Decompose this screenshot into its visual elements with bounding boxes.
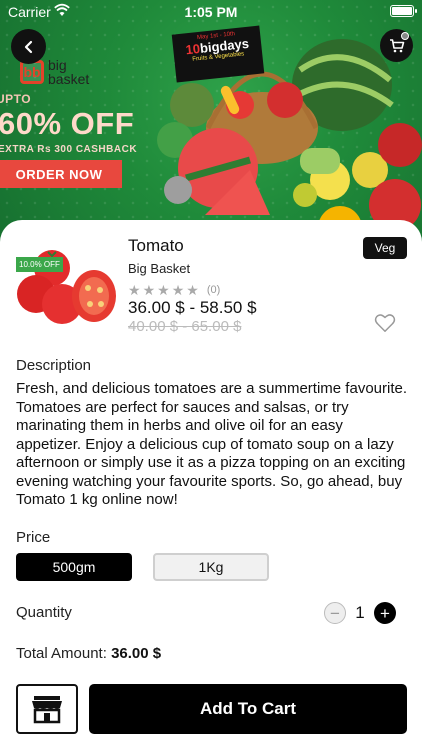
logo-text-line1: big [48,57,67,73]
rating-count: (0) [206,284,221,296]
promo-discount: 60% OFF [0,106,135,141]
promo-cashback: EXTRA Rs 300 CASHBACK [0,144,138,155]
cart-icon [389,38,404,52]
tomato-image [17,250,116,324]
cart-badge [401,32,409,40]
veg-tag: Veg [363,237,407,259]
promo-banner: bb big basket May 1st - 10th 10bigdays F… [0,0,422,245]
badge-title-number: 10 [184,40,201,58]
star-icon: ★ [157,282,170,298]
store-icon [32,696,62,724]
total-label: Total Amount: [16,645,107,662]
logo-text-line2: basket [48,71,90,87]
back-button[interactable] [11,29,46,64]
order-now-button[interactable]: ORDER NOW [0,160,122,188]
product-price: 36.00 $ - 58.50 $ [128,298,257,317]
size-option-500gm[interactable]: 500gm [16,553,132,581]
price-heading: Price [16,529,51,546]
status-bar: Carrier 1:05 PM [0,0,422,24]
quantity-decrease-button[interactable]: − [324,602,346,624]
chevron-left-icon [24,40,32,53]
quantity-heading: Quantity [16,604,72,621]
quantity-value: 1 [355,603,365,622]
description-text: Fresh, and delicious tomatoes are a summ… [16,380,408,508]
size-option-1kg[interactable]: 1Kg [153,553,269,581]
total-amount: Total Amount: 36.00 $ [16,645,161,662]
battery-icon [390,5,417,17]
star-icon: ★ [171,282,185,298]
big-days-badge: May 1st - 10th 10bigdays Fruits & Vegeta… [171,25,265,83]
quantity-increase-button[interactable]: + [374,602,396,624]
discount-badge: 10.0% OFF [16,257,63,272]
cart-button[interactable] [380,29,413,62]
add-to-cart-button[interactable]: Add To Cart [89,684,407,734]
product-brand: Big Basket [128,261,191,276]
description-heading: Description [16,357,92,374]
rating-stars: ★ ★ ★ ★ ★ (0) [128,283,220,297]
star-icon: ★ [186,282,199,298]
product-title: Tomato [128,236,184,255]
total-value: 36.00 $ [111,645,162,662]
star-icon: ★ [128,282,141,298]
logo-text: big basket [48,58,89,86]
promo-upto: UPTO [0,92,32,106]
heart-icon[interactable] [374,312,396,334]
product-old-price: 40.00 $ - 65.00 $ [128,318,242,335]
store-button[interactable] [16,684,78,734]
star-icon: ★ [142,282,156,298]
clock: 1:05 PM [184,4,238,20]
